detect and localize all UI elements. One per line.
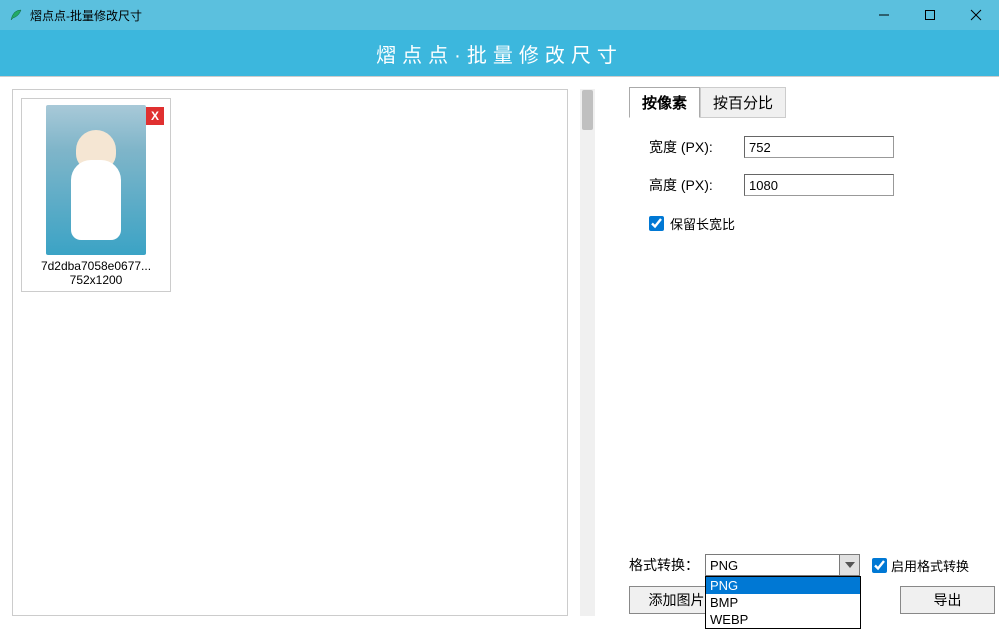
export-button[interactable]: 导出 [900,586,995,614]
format-option-bmp[interactable]: BMP [706,594,860,611]
image-list[interactable]: X 7d2dba7058e0677... 752x1200 [12,89,568,616]
maximize-button[interactable] [907,0,953,30]
chevron-down-icon[interactable] [839,555,859,575]
enable-format-checkbox[interactable] [872,558,887,573]
delete-thumbnail-button[interactable]: X [146,107,164,125]
enable-format-label: 启用格式转换 [891,556,969,575]
tab-by-percent[interactable]: 按百分比 [700,87,786,118]
keep-ratio-label: 保留长宽比 [670,214,735,233]
tab-by-pixel[interactable]: 按像素 [629,87,700,118]
thumbnail-dimensions: 752x1200 [22,273,170,291]
settings-panel: 按像素 按百分比 宽度 (PX): 高度 (PX): 保留长宽比 格式转换： P… [619,77,999,628]
resize-mode-tabs: 按像素 按百分比 [629,87,999,118]
format-option-png[interactable]: PNG [706,577,860,594]
format-selected: PNG [710,558,738,573]
app-header: 熠点点·批量修改尺寸 [0,30,999,77]
image-list-scrollbar[interactable] [580,89,595,616]
width-label: 宽度 (PX): [649,137,744,157]
format-label: 格式转换： [629,555,699,575]
thumbnail-image [46,105,146,255]
keep-ratio-checkbox[interactable] [649,216,664,231]
height-label: 高度 (PX): [649,175,744,195]
minimize-button[interactable] [861,0,907,30]
titlebar[interactable]: 熠点点-批量修改尺寸 [0,0,999,30]
height-input[interactable] [744,174,894,196]
format-dropdown: PNG BMP WEBP [705,576,861,629]
close-button[interactable] [953,0,999,30]
width-input[interactable] [744,136,894,158]
app-icon [8,7,24,23]
format-combobox[interactable]: PNG PNG BMP WEBP [705,554,860,576]
thumbnail-card[interactable]: X 7d2dba7058e0677... 752x1200 [21,98,171,292]
header-title: 熠点点·批量修改尺寸 [376,39,623,68]
scrollbar-thumb[interactable] [582,90,593,130]
thumbnail-filename: 7d2dba7058e0677... [22,259,170,273]
format-option-webp[interactable]: WEBP [706,611,860,628]
window-title: 熠点点-批量修改尺寸 [30,7,861,24]
image-list-panel: X 7d2dba7058e0677... 752x1200 [0,77,619,628]
